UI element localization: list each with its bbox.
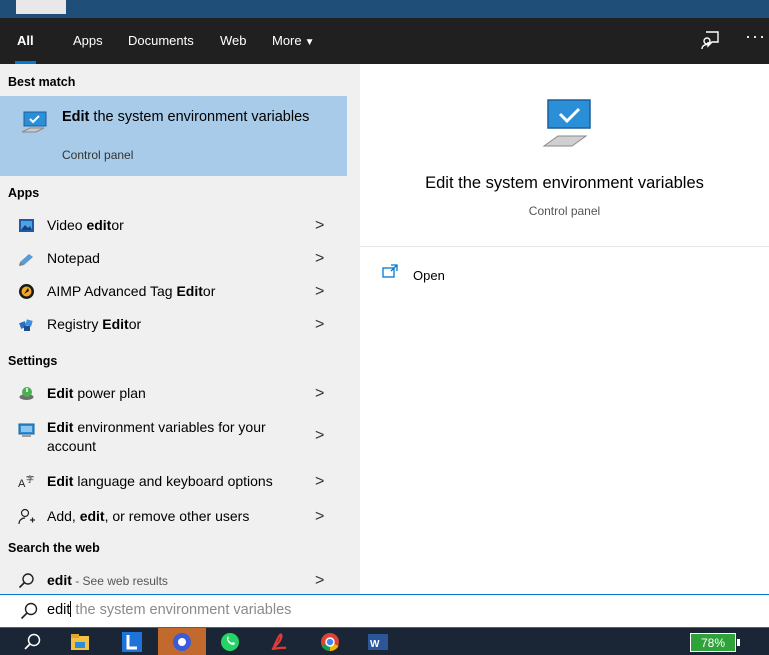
chevron-right-icon: > bbox=[315, 385, 325, 402]
search-suggestion: the system environment variables bbox=[71, 602, 292, 618]
language-icon: A字 bbox=[18, 474, 34, 490]
tab-more-label: More bbox=[272, 33, 302, 48]
video-editor-icon bbox=[19, 219, 34, 232]
chevron-right-icon: > bbox=[315, 427, 325, 444]
tab-web[interactable]: Web bbox=[220, 18, 247, 64]
notepad-icon bbox=[19, 254, 33, 266]
app-notepad[interactable]: Notepad > bbox=[0, 242, 350, 275]
search-box[interactable]: edit the system environment variables bbox=[0, 594, 769, 628]
word-icon[interactable]: W bbox=[368, 632, 388, 652]
svg-text:字: 字 bbox=[26, 474, 34, 484]
feedback-icon[interactable] bbox=[700, 30, 720, 50]
monitor-checkmark-icon bbox=[542, 99, 591, 147]
open-icon bbox=[382, 264, 398, 278]
open-label: Open bbox=[413, 268, 445, 283]
more-options-icon[interactable]: ··· bbox=[745, 26, 766, 47]
preview-title: Edit the system environment variables bbox=[425, 174, 704, 192]
window-top-strip bbox=[0, 0, 769, 18]
caret-down-icon: ▼ bbox=[304, 37, 315, 48]
whatsapp-icon[interactable] bbox=[220, 632, 240, 652]
tab-apps[interactable]: Apps bbox=[73, 18, 103, 64]
setting-other-users[interactable]: Add, edit, or remove other users > bbox=[0, 500, 350, 533]
chat-app-icon[interactable] bbox=[172, 632, 192, 652]
preview-panel: Edit the system environment variables Co… bbox=[360, 64, 769, 594]
search-icon bbox=[20, 602, 38, 620]
l-app-icon[interactable] bbox=[122, 632, 142, 652]
results-panel: Best match Edit the system environment v… bbox=[0, 64, 350, 594]
setting-power-plan[interactable]: Edit power plan > bbox=[0, 377, 350, 410]
search-typed-text: edit bbox=[47, 602, 71, 618]
setting-label: Edit language and keyboard options bbox=[47, 473, 273, 489]
acrobat-icon[interactable] bbox=[270, 632, 290, 652]
top-strip-tab bbox=[16, 0, 66, 14]
registry-icon bbox=[19, 319, 33, 331]
monitor-checkmark-icon bbox=[21, 111, 47, 133]
power-plan-icon bbox=[19, 387, 34, 400]
chevron-right-icon: > bbox=[315, 316, 325, 333]
file-explorer-icon[interactable] bbox=[70, 632, 90, 652]
battery-indicator[interactable]: 78% bbox=[690, 633, 740, 652]
tab-more[interactable]: More ▼ bbox=[272, 18, 315, 64]
users-icon bbox=[18, 508, 35, 525]
chevron-right-icon: > bbox=[315, 250, 325, 267]
divider bbox=[360, 246, 769, 247]
best-match-subtitle: Control panel bbox=[62, 148, 134, 162]
setting-label: Edit environment variables for your acco… bbox=[47, 419, 266, 454]
search-icon[interactable] bbox=[22, 632, 42, 652]
section-apps: Apps bbox=[8, 186, 40, 200]
app-registry-editor[interactable]: Registry Editor > bbox=[0, 308, 350, 341]
chevron-right-icon: > bbox=[315, 283, 325, 300]
aimp-icon bbox=[19, 284, 34, 299]
taskbar: W 78% bbox=[0, 628, 769, 655]
svg-text:W: W bbox=[370, 639, 380, 650]
section-settings: Settings bbox=[8, 354, 58, 368]
chevron-right-icon: > bbox=[315, 217, 325, 234]
tab-documents[interactable]: Documents bbox=[128, 18, 194, 64]
app-aimp-tag-editor[interactable]: AIMP Advanced Tag Editor > bbox=[0, 275, 350, 308]
app-label: Video editor bbox=[47, 217, 124, 233]
app-label: Registry Editor bbox=[47, 316, 142, 332]
setting-language-keyboard[interactable]: A字 Edit language and keyboard options > bbox=[0, 465, 350, 498]
web-result[interactable]: edit - See web results > bbox=[0, 564, 350, 597]
best-match-title: Edit the system environment variables bbox=[62, 109, 310, 125]
section-best-match: Best match bbox=[8, 75, 76, 89]
chevron-right-icon: > bbox=[315, 572, 325, 589]
app-video-editor[interactable]: Video editor > bbox=[0, 209, 350, 242]
svg-text:A: A bbox=[18, 478, 26, 490]
app-label: AIMP Advanced Tag Editor bbox=[47, 283, 216, 299]
chevron-right-icon: > bbox=[315, 473, 325, 490]
preview-subtitle: Control panel bbox=[528, 204, 601, 218]
setting-environment-variables[interactable]: Edit environment variables for your acco… bbox=[0, 414, 350, 458]
chrome-icon[interactable] bbox=[320, 632, 340, 652]
app-label: Notepad bbox=[47, 250, 100, 266]
section-search-web: Search the web bbox=[8, 541, 100, 555]
best-match-item[interactable]: Edit the system environment variables Co… bbox=[0, 96, 347, 176]
search-icon bbox=[18, 573, 34, 589]
web-result-label: edit - See web results bbox=[47, 572, 168, 588]
tab-all[interactable]: All bbox=[15, 18, 36, 64]
setting-label: Add, edit, or remove other users bbox=[47, 508, 250, 524]
environment-icon bbox=[18, 423, 35, 437]
setting-label: Edit power plan bbox=[47, 385, 146, 401]
chevron-right-icon: > bbox=[315, 508, 325, 525]
search-input[interactable]: edit the system environment variables bbox=[47, 601, 291, 618]
search-tabbar: All Apps Documents Web More ▼ ··· bbox=[0, 18, 769, 64]
